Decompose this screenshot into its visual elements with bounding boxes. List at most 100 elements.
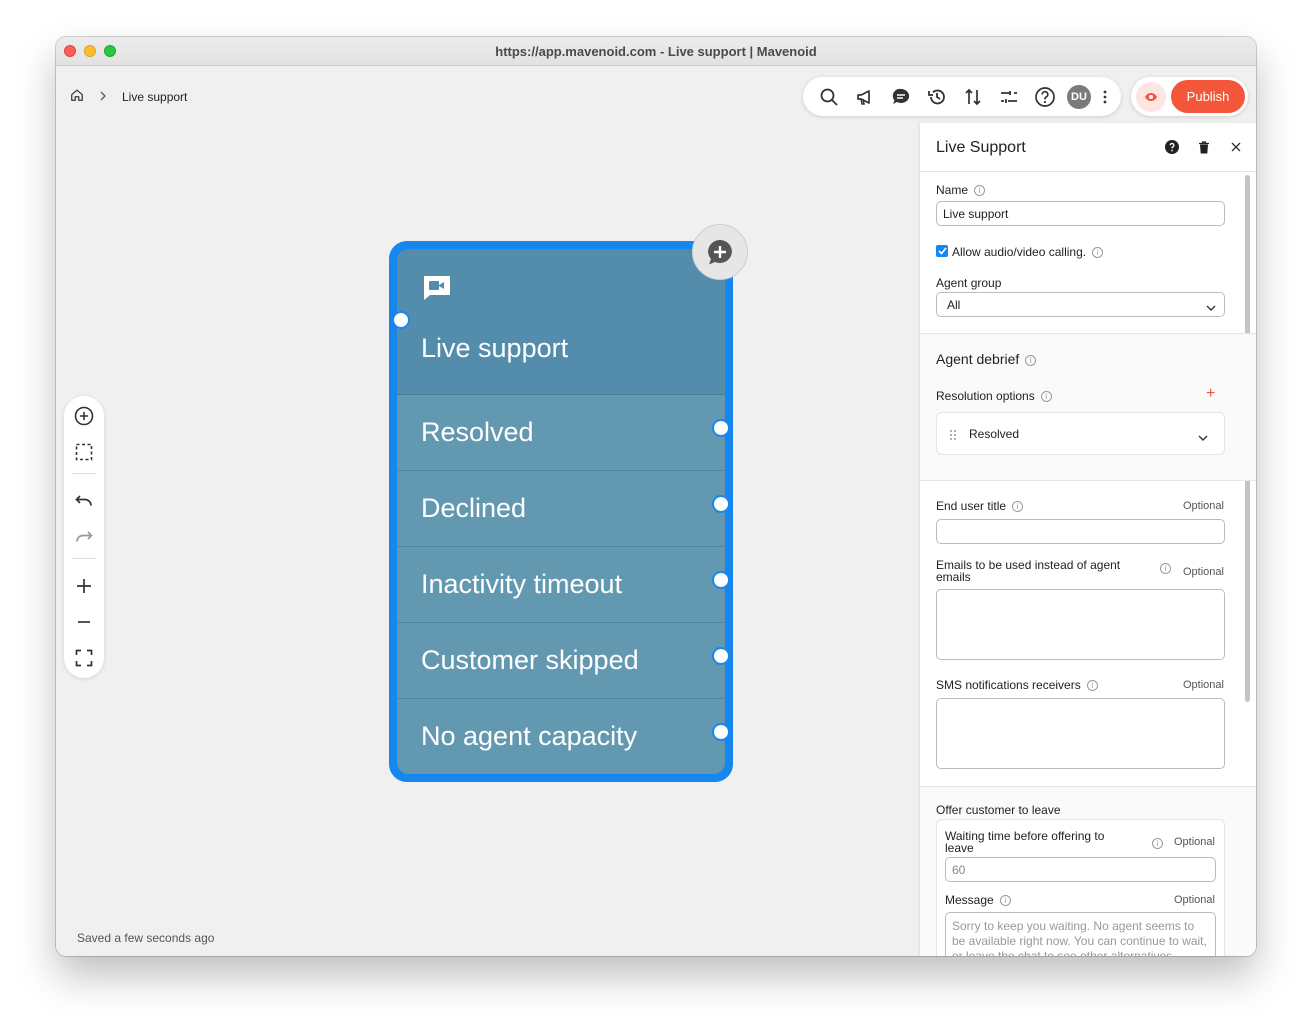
output-port[interactable] xyxy=(712,419,730,437)
help-icon[interactable] xyxy=(1164,139,1180,155)
output-port[interactable] xyxy=(712,495,730,513)
editor-canvas[interactable]: Live support DU Publish Saved a few seco… xyxy=(56,66,1256,956)
add-node-icon[interactable] xyxy=(72,404,96,428)
outcome-label: Declined xyxy=(421,493,527,523)
fit-screen-icon[interactable] xyxy=(72,646,96,670)
sliders-icon[interactable] xyxy=(991,77,1027,116)
input-port[interactable] xyxy=(392,311,410,329)
sort-arrows-icon[interactable] xyxy=(955,77,991,116)
chevron-down-icon[interactable] xyxy=(1198,429,1208,447)
help-icon[interactable] xyxy=(1027,77,1063,116)
search-icon[interactable] xyxy=(811,77,847,116)
trash-icon[interactable] xyxy=(1196,139,1212,155)
node-body: Live support Resolved Declined Inactivit… xyxy=(397,249,725,774)
close-icon[interactable] xyxy=(1228,139,1244,155)
optional-label: Optional xyxy=(1183,566,1224,578)
waiting-time-label: Waiting time before offering to leave xyxy=(945,829,1105,855)
outcome-label: No agent capacity xyxy=(421,721,638,751)
offer-leave-card: Waiting time before offering to leave i … xyxy=(936,819,1225,956)
resolution-options-label: Resolution options i xyxy=(936,389,1052,403)
chevron-down-icon xyxy=(1206,301,1216,315)
add-resolution-icon[interactable]: + xyxy=(1206,385,1215,403)
output-port[interactable] xyxy=(712,571,730,589)
outcome-row[interactable]: Resolved xyxy=(397,395,725,471)
sms-textarea[interactable] xyxy=(936,698,1225,769)
outcome-label: Resolved xyxy=(421,417,534,447)
message-textarea[interactable]: Sorry to keep you waiting. No agent seem… xyxy=(945,912,1216,956)
info-icon: i xyxy=(1025,354,1037,366)
chat-icon[interactable] xyxy=(883,77,919,116)
resolution-option-card[interactable]: Resolved xyxy=(936,412,1225,455)
waiting-time-input[interactable]: 60 xyxy=(945,857,1216,882)
info-icon: i xyxy=(1086,680,1098,692)
add-chat-icon xyxy=(708,240,732,265)
allow-av-checkbox[interactable] xyxy=(936,245,948,257)
output-port[interactable] xyxy=(712,723,730,741)
outcome-row[interactable]: Declined xyxy=(397,471,725,547)
name-input[interactable]: Live support xyxy=(936,201,1225,226)
agent-group-value: All xyxy=(947,297,961,312)
redo-icon[interactable] xyxy=(72,525,96,549)
home-icon[interactable] xyxy=(70,88,84,105)
save-status: Saved a few seconds ago xyxy=(77,931,215,945)
info-icon: i xyxy=(1040,391,1052,403)
breadcrumb: Live support xyxy=(70,88,187,105)
emails-textarea[interactable] xyxy=(936,589,1225,660)
publish-button[interactable]: Publish xyxy=(1171,80,1245,113)
panel-title: Live Support xyxy=(936,139,1026,156)
name-label: Name i xyxy=(936,183,986,197)
zoom-in-icon[interactable] xyxy=(72,574,96,598)
agent-group-select[interactable]: All xyxy=(936,292,1225,317)
eye-icon[interactable] xyxy=(1136,81,1166,112)
end-user-title-input[interactable] xyxy=(936,519,1225,544)
end-user-title-label: End user title i xyxy=(936,499,1024,513)
more-vertical-icon[interactable] xyxy=(1091,90,1119,104)
megaphone-icon[interactable] xyxy=(847,77,883,116)
outcome-label: Customer skipped xyxy=(421,645,639,675)
node-title: Live support xyxy=(421,333,569,363)
undo-icon[interactable] xyxy=(72,489,96,513)
offer-leave-title: Offer customer to leave xyxy=(936,803,1061,817)
zoom-out-icon[interactable] xyxy=(72,610,96,634)
outcome-label: Inactivity timeout xyxy=(421,569,623,599)
allow-av-label: Allow audio/video calling. i xyxy=(952,245,1104,259)
info-icon: i xyxy=(1160,560,1171,578)
info-icon: i xyxy=(974,185,986,197)
title-bar: https://app.mavenoid.com - Live support … xyxy=(56,37,1256,66)
sms-label: SMS notifications receivers i xyxy=(936,678,1098,692)
minimize-window-button[interactable] xyxy=(84,45,96,57)
window-title: https://app.mavenoid.com - Live support … xyxy=(495,43,817,59)
browser-window: https://app.mavenoid.com - Live support … xyxy=(56,37,1256,956)
maximize-window-button[interactable] xyxy=(104,45,116,57)
emails-label: Emails to be used instead of agent email… xyxy=(936,558,1121,584)
select-area-icon[interactable] xyxy=(72,440,96,464)
outcome-row[interactable]: Inactivity timeout xyxy=(397,547,725,623)
output-port[interactable] xyxy=(712,647,730,665)
breadcrumb-current[interactable]: Live support xyxy=(122,90,187,104)
tools-divider xyxy=(72,558,96,559)
history-icon[interactable] xyxy=(919,77,955,116)
chevron-right-icon xyxy=(98,90,108,104)
section-divider xyxy=(920,480,1256,481)
optional-label: Optional xyxy=(1183,500,1224,512)
properties-panel: Live Support Name i Live support Allow au… xyxy=(920,123,1256,956)
close-window-button[interactable] xyxy=(64,45,76,57)
info-icon: i xyxy=(1152,835,1163,853)
panel-header: Live Support xyxy=(920,123,1256,172)
message-label: Message i xyxy=(945,893,1011,907)
outcome-row[interactable]: Customer skipped xyxy=(397,623,725,699)
outcome-row[interactable]: No agent capacity xyxy=(397,699,725,774)
tools-divider xyxy=(72,473,96,474)
live-support-node[interactable]: Live support Resolved Declined Inactivit… xyxy=(389,241,733,782)
optional-label: Optional xyxy=(1174,836,1215,848)
video-chat-icon xyxy=(422,274,452,307)
add-step-button[interactable] xyxy=(692,224,748,280)
info-icon: i xyxy=(999,895,1011,907)
canvas-tools xyxy=(64,396,104,678)
user-avatar[interactable]: DU xyxy=(1067,84,1091,109)
info-icon: i xyxy=(1092,247,1104,259)
info-icon: i xyxy=(1012,501,1024,513)
agent-group-label: Agent group xyxy=(936,276,1002,290)
drag-handle-icon[interactable] xyxy=(949,428,957,446)
optional-label: Optional xyxy=(1183,679,1224,691)
